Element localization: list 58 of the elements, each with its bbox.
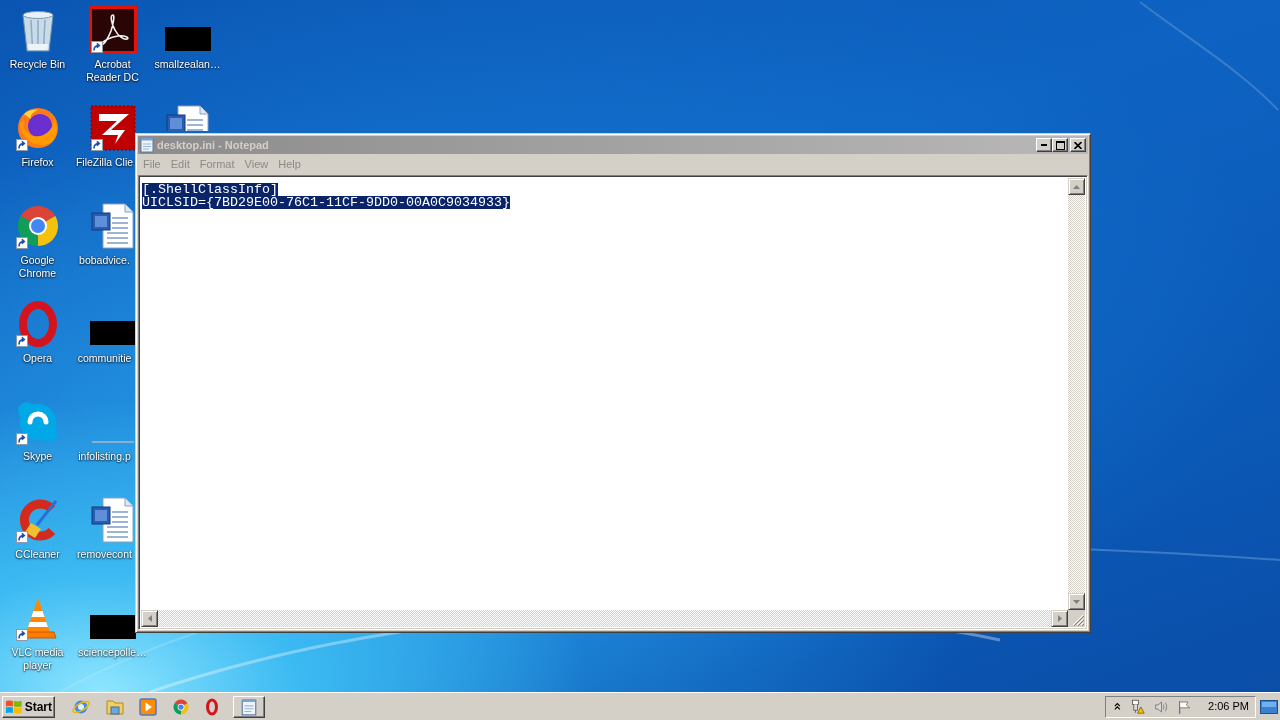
scroll-down-button[interactable] (1068, 593, 1085, 610)
notepad-icon (140, 137, 154, 153)
thumbnail-icon[interactable] (89, 615, 136, 639)
scroll-right-button[interactable] (1051, 610, 1068, 627)
minimize-button[interactable] (1036, 138, 1052, 152)
flag-icon[interactable] (1177, 698, 1192, 715)
close-button[interactable] (1070, 138, 1086, 152)
menu-item[interactable]: File (138, 156, 166, 173)
icon-label[interactable]: communitie (77, 352, 132, 365)
icon-label[interactable]: Opera (22, 352, 53, 365)
menu-item[interactable]: Format (194, 156, 240, 173)
maximize-button[interactable] (1052, 138, 1068, 152)
speaker-icon[interactable] (1153, 698, 1169, 715)
right-arrow-icon (1057, 615, 1062, 622)
left-arrow-icon (147, 615, 152, 622)
document-icon[interactable] (88, 202, 137, 250)
document-icon[interactable] (88, 496, 137, 544)
icon-label[interactable]: removecont (77, 548, 132, 561)
ring-icon[interactable] (172, 697, 190, 716)
text-editor[interactable]: [.ShellClassInfo] UICLSID={7BD29E00-76C1-11CF-9DD0-00A0C9034933} (138, 175, 1088, 630)
notepad-icon (241, 697, 257, 716)
icon-label[interactable]: infolisting.p (78, 450, 131, 463)
icon-label[interactable]: Acrobat Reader DC (76, 58, 149, 84)
menu-item[interactable]: View (239, 156, 274, 173)
oval-ring-icon[interactable] (205, 697, 219, 716)
thumbnail-icon[interactable] (164, 27, 211, 51)
icon-label[interactable]: Skype (22, 450, 53, 463)
size-grip-icon[interactable] (1072, 614, 1084, 626)
icon-label[interactable]: Google Chrome (1, 254, 74, 280)
icon-label[interactable]: bobadvice. (79, 254, 130, 267)
icon-label[interactable]: FileZilla Clie (75, 156, 134, 169)
chevron-up-icon[interactable] (1114, 702, 1121, 711)
bolt-tile-icon[interactable] (88, 104, 137, 152)
minimize-icon (1041, 144, 1047, 146)
horizontal-scrollbar[interactable] (141, 610, 1068, 627)
up-arrow-icon (1073, 184, 1080, 189)
scroll-left-button[interactable] (141, 610, 158, 627)
close-icon (1074, 141, 1082, 149)
network-warning-icon[interactable] (1129, 698, 1145, 715)
vertical-scrollbar[interactable] (1068, 178, 1085, 610)
show-desktop-button[interactable] (1260, 699, 1278, 714)
thumbnail-icon[interactable] (89, 321, 136, 345)
scroll-up-button[interactable] (1068, 178, 1085, 195)
icon-label[interactable]: Firefox (21, 156, 54, 169)
icon-label[interactable]: smallzealan… (154, 58, 221, 71)
maximize-icon (1055, 140, 1065, 150)
play-icon[interactable] (139, 697, 157, 716)
notepad-task-button[interactable] (233, 695, 265, 718)
windows-flag-icon (5, 698, 23, 715)
icon-label[interactable]: CCleaner (15, 548, 60, 561)
icon-label[interactable]: Recycle Bin (9, 58, 66, 71)
menu-item[interactable]: Help (273, 156, 306, 173)
swoosh-tile-icon[interactable] (88, 6, 137, 54)
window-title: desktop.ini - Notepad (157, 138, 269, 152)
start-button[interactable]: Start (2, 695, 55, 718)
down-arrow-icon (1073, 599, 1080, 604)
clock[interactable]: 2:06 PM (1208, 700, 1249, 713)
menu-item[interactable]: Edit (165, 156, 195, 173)
